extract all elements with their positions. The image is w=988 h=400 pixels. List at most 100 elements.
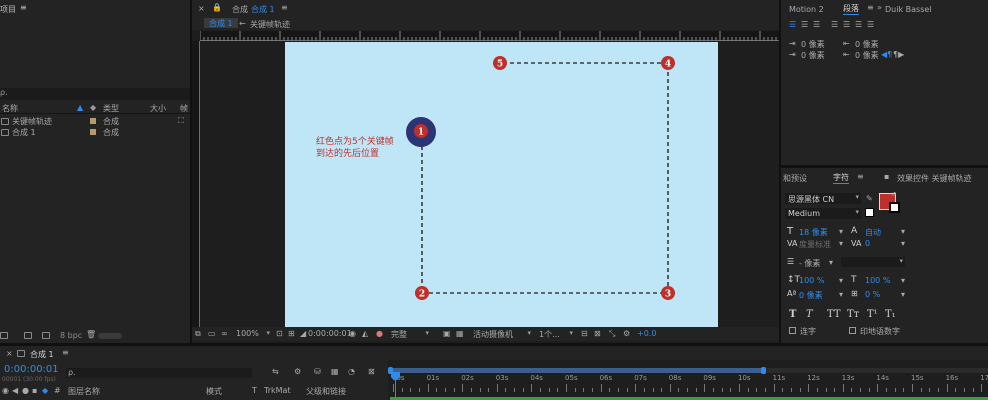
breadcrumb-active[interactable]: 合成 1: [204, 18, 238, 28]
region-of-interest-icon[interactable]: ▣: [443, 329, 451, 338]
layer-search-input[interactable]: ρ.: [66, 368, 252, 378]
transparency-icon[interactable]: ◢: [300, 329, 306, 338]
thumbnail-slider[interactable]: [98, 333, 122, 339]
always-preview-icon[interactable]: ⧉: [195, 329, 201, 339]
panel-menu-icon[interactable]: ≡: [62, 348, 69, 357]
baseline-shift-value[interactable]: 0 像素: [799, 290, 823, 301]
toggle-transparency-grid-icon[interactable]: ▦: [456, 329, 464, 338]
subscript-button[interactable]: T₁: [885, 309, 896, 320]
tab-motion[interactable]: Motion 2: [789, 5, 824, 14]
toggle-layout-icon[interactable]: ⊟: [581, 329, 588, 338]
comp-mini-flowchart-icon[interactable]: ⇆: [272, 367, 279, 376]
new-folder-icon[interactable]: [24, 332, 32, 339]
composition-tab-name[interactable]: 合成 1: [251, 4, 275, 15]
lock-icon[interactable]: ▪: [884, 172, 889, 181]
label-color-swatch[interactable]: [90, 118, 96, 124]
new-composition-icon[interactable]: [42, 332, 50, 339]
vertical-scale-value[interactable]: 100 %: [799, 276, 824, 285]
column-trkmat[interactable]: TrkMat: [264, 386, 291, 395]
interpret-footage-icon[interactable]: [0, 332, 8, 339]
shy-layers-icon[interactable]: ⛁: [314, 367, 321, 376]
timeline-tab-label[interactable]: 合成 1: [30, 349, 54, 360]
leading-value[interactable]: 自动: [865, 227, 881, 238]
tab-presets[interactable]: 和预设: [783, 173, 807, 184]
monitor-icon[interactable]: ▭: [208, 329, 216, 338]
solo-icon[interactable]: ●: [22, 386, 29, 395]
faux-bold-button[interactable]: T: [789, 309, 796, 320]
draft-3d-icon[interactable]: ⚙: [294, 367, 301, 376]
font-size-value[interactable]: 18 像素: [799, 227, 828, 238]
snapshot-icon[interactable]: ◉: [349, 329, 356, 338]
frame-blending-icon[interactable]: ▦: [331, 367, 339, 376]
resolution-dropdown[interactable]: 完整: [391, 329, 431, 340]
sort-up-icon[interactable]: ▲: [77, 103, 83, 112]
lock-icon[interactable]: 🔒: [212, 3, 222, 12]
time-ruler[interactable]: 00s01s02s03s04s05s06s07s08s09s10s11s12s1…: [388, 360, 988, 400]
zoom-dropdown[interactable]: 100%: [236, 329, 272, 338]
justify-last-right-icon[interactable]: ☰: [855, 20, 862, 29]
swap-colors-icon[interactable]: ↺: [891, 191, 896, 198]
column-t[interactable]: T: [252, 386, 257, 395]
camera-dropdown[interactable]: 活动摄像机: [473, 329, 533, 340]
small-caps-button[interactable]: Tт: [847, 309, 859, 320]
text-direction-ltr-icon[interactable]: ◀¶: [881, 50, 892, 59]
horizontal-scale-value[interactable]: 100 %: [865, 276, 890, 285]
column-parent[interactable]: 父级和链接: [306, 386, 346, 397]
default-colors-icon[interactable]: [865, 208, 874, 217]
flowchart-icon[interactable]: ⛶: [178, 116, 184, 126]
bpc-label[interactable]: 8 bpc: [60, 331, 82, 340]
visibility-icon[interactable]: ◉: [2, 386, 9, 395]
hindi-digits-checkbox[interactable]: [849, 327, 856, 334]
lock-icon[interactable]: ▪: [32, 386, 37, 395]
label-tag-icon[interactable]: ◆: [90, 103, 96, 112]
pixel-aspect-icon[interactable]: ⊠: [594, 329, 601, 338]
timecode[interactable]: 0:00:00:01: [308, 329, 352, 338]
exposure-value[interactable]: +0.0: [637, 329, 656, 338]
ligatures-checkbox[interactable]: [789, 327, 796, 334]
tab-paragraph[interactable]: 段落: [843, 3, 859, 15]
label-tag-icon[interactable]: ◆: [42, 386, 48, 395]
column-mode[interactable]: 模式: [206, 386, 222, 397]
show-snapshot-icon[interactable]: ◭: [362, 329, 368, 338]
breadcrumb-item[interactable]: 关键帧轨迹: [250, 19, 290, 30]
views-dropdown[interactable]: 1个...: [539, 329, 575, 340]
justify-all-icon[interactable]: ☰: [867, 20, 874, 29]
tab-character[interactable]: 字符: [833, 172, 849, 184]
font-style-dropdown[interactable]: Medium: [785, 208, 861, 219]
audio-icon[interactable]: ◀: [12, 386, 18, 395]
kerning-value[interactable]: 度量标准: [799, 239, 831, 250]
project-item-row[interactable]: 关键帧轨迹 合成 ⛶: [0, 116, 190, 127]
dropdown-arrow-icon[interactable]: ▾: [901, 276, 905, 285]
panel-menu-icon[interactable]: ≡: [857, 172, 864, 181]
fit-icon[interactable]: ⊡: [276, 329, 283, 338]
current-timecode[interactable]: 0:00:00:01: [4, 364, 59, 375]
stroke-style-dropdown[interactable]: [841, 257, 905, 267]
panel-menu-icon[interactable]: ≡: [867, 3, 874, 12]
tab-duik[interactable]: Duik Bassel: [885, 5, 932, 14]
tracking-value[interactable]: 0: [865, 239, 870, 248]
eyedropper-icon[interactable]: ✎: [866, 194, 873, 203]
expand-panels-icon[interactable]: »: [877, 3, 882, 12]
column-layer-name[interactable]: 图层名称: [68, 386, 100, 397]
panel-menu-icon[interactable]: ≡: [281, 3, 288, 12]
grid-icon[interactable]: ⊞: [288, 329, 295, 338]
dropdown-arrow-icon[interactable]: ▾: [839, 239, 843, 248]
justify-last-left-icon[interactable]: ☰: [831, 20, 838, 29]
graph-editor-icon[interactable]: ⊠: [368, 367, 375, 376]
first-line-indent-value[interactable]: 0 像素: [801, 50, 825, 61]
align-right-icon[interactable]: ☰: [813, 20, 820, 29]
dropdown-arrow-icon[interactable]: ▾: [829, 258, 833, 267]
align-center-icon[interactable]: ☰: [801, 20, 808, 29]
space-after-value[interactable]: 0 像素: [855, 50, 879, 61]
stroke-color-swatch[interactable]: [889, 202, 900, 213]
dropdown-arrow-icon[interactable]: ▾: [901, 239, 905, 248]
dropdown-arrow-icon[interactable]: ▾: [839, 290, 843, 299]
motion-blur-icon[interactable]: ◔: [348, 367, 355, 376]
text-direction-rtl-icon[interactable]: ¶▶: [893, 50, 904, 59]
project-search-input[interactable]: ρ.: [0, 88, 190, 100]
dropdown-arrow-icon[interactable]: ▾: [901, 290, 905, 299]
align-left-icon[interactable]: ☰: [789, 20, 796, 29]
panel-menu-icon[interactable]: ≡: [20, 3, 27, 12]
reset-exposure-icon[interactable]: ⚙: [623, 329, 630, 338]
indent-left-value[interactable]: 0 像素: [801, 39, 825, 50]
